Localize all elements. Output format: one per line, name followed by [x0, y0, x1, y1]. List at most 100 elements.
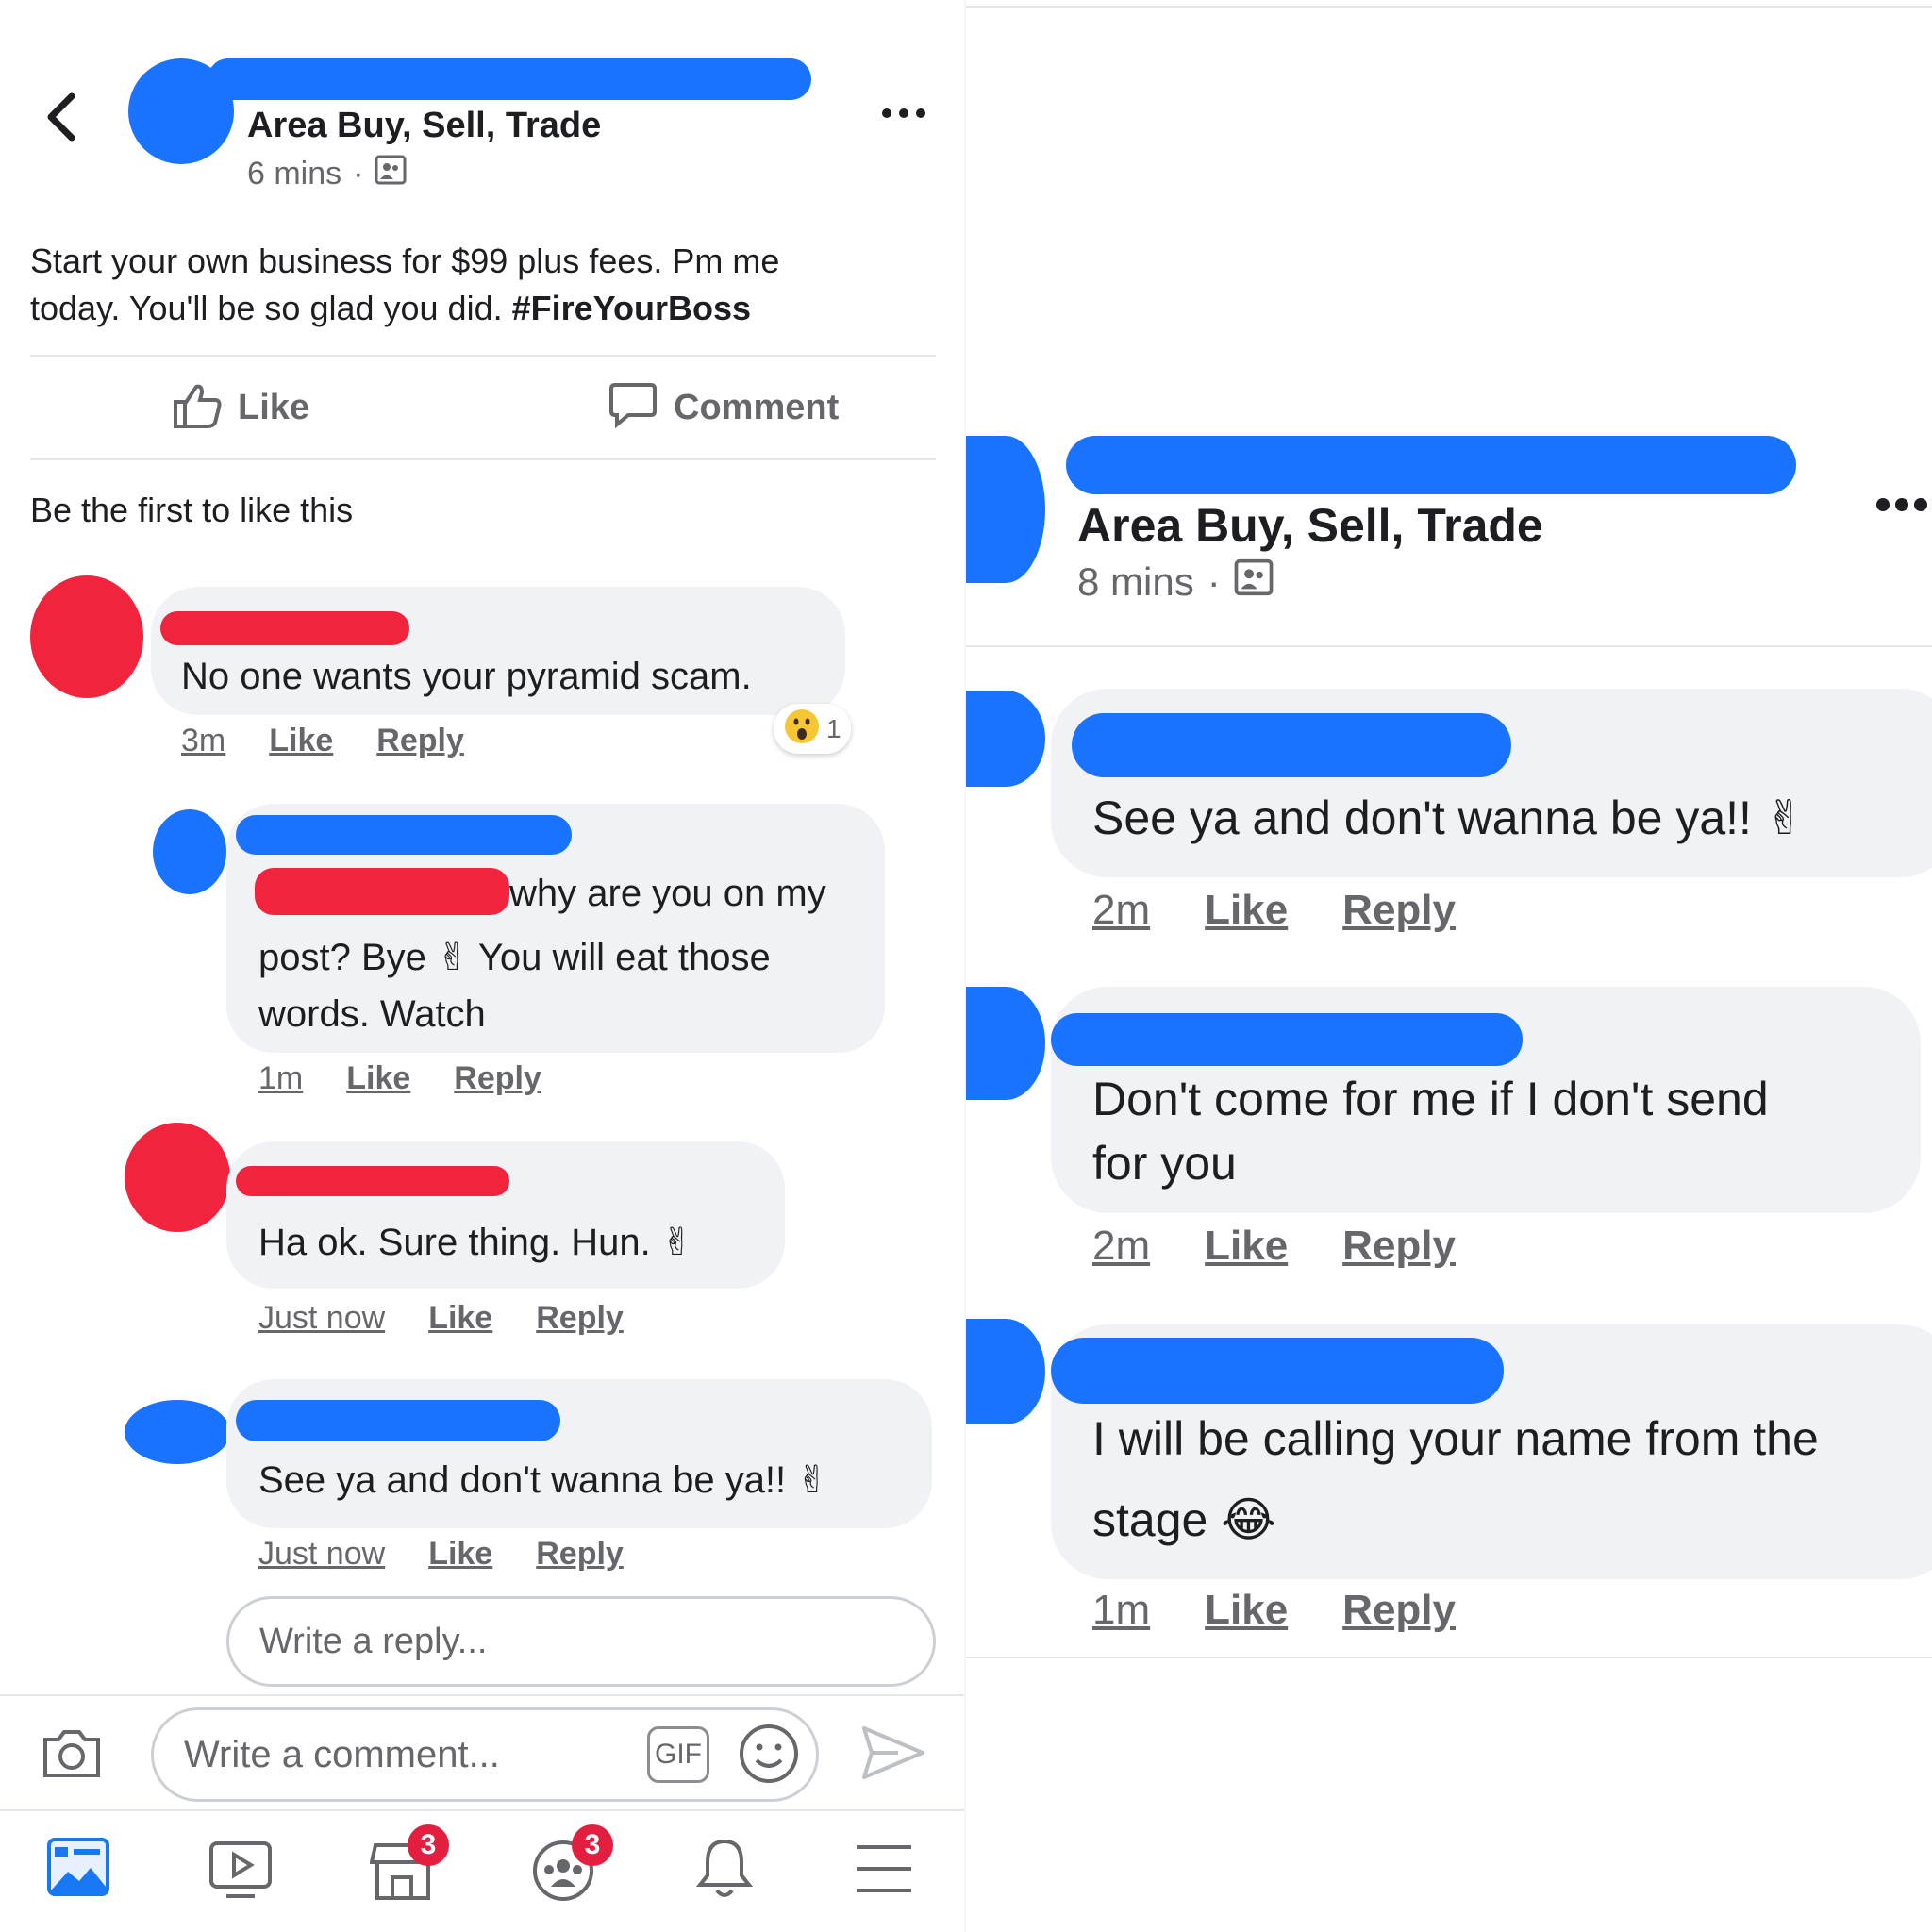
reply-like-button[interactable]: Like: [428, 1536, 492, 1573]
reaction-count: 1: [826, 713, 841, 743]
more-options-icon[interactable]: [881, 106, 926, 125]
author-name-redaction: [208, 58, 811, 100]
commenter-avatar-redacted[interactable]: [966, 987, 1045, 1100]
reply-time[interactable]: Just now: [258, 1300, 385, 1337]
reaction-summary[interactable]: 1: [774, 704, 851, 754]
camera-icon[interactable]: [40, 1726, 104, 1786]
comment-bubble-icon: [608, 381, 658, 435]
comment-reply-button[interactable]: Reply: [1342, 887, 1456, 934]
commenter-name-redaction: [160, 611, 409, 645]
comment-reply-button[interactable]: Reply: [1342, 1223, 1456, 1270]
comment-text: No one wants your pyramid scam.: [181, 656, 752, 697]
post-hashtag[interactable]: #FireYourBoss: [512, 289, 751, 327]
post-body: Start your own business for $99 plus fee…: [30, 238, 936, 332]
comment-time[interactable]: 2m: [1092, 887, 1150, 934]
reply-actions: 1m Like Reply: [258, 1060, 541, 1097]
divider: [0, 1809, 966, 1811]
news-feed-tab-icon[interactable]: [47, 1838, 109, 1901]
like-label: Like: [238, 388, 310, 427]
group-name[interactable]: Area Buy, Sell, Trade: [1077, 498, 1543, 553]
commenter-avatar-redacted[interactable]: [966, 1319, 1045, 1424]
replier-avatar-redacted[interactable]: [153, 809, 226, 894]
comment-text-line1: Don't come for me if I don't send: [1092, 1073, 1769, 1125]
groups-badge: 3: [572, 1824, 613, 1866]
divider: [966, 645, 1932, 647]
replier-avatar-redacted[interactable]: [125, 1400, 230, 1464]
reply-actions: Just now Like Reply: [258, 1536, 624, 1573]
comment-text-line1: I will be calling your name from the: [1092, 1412, 1819, 1465]
reply-input[interactable]: Write a reply...: [226, 1596, 936, 1687]
comment-time[interactable]: 3m: [181, 723, 225, 759]
replier-name-redaction: [236, 815, 572, 855]
comment-reply-button[interactable]: Reply: [1342, 1587, 1456, 1634]
commenter-avatar-redacted[interactable]: [30, 575, 143, 698]
post-time: 6 mins: [247, 156, 342, 192]
comment-input-placeholder: Write a comment...: [184, 1733, 500, 1775]
comment-text-line2: for you: [1092, 1137, 1237, 1190]
comment-input[interactable]: Write a comment...: [151, 1707, 819, 1802]
panel-separator: [964, 0, 966, 1932]
comment-like-button[interactable]: Like: [1205, 887, 1288, 934]
reply-like-button[interactable]: Like: [346, 1060, 410, 1097]
comment-text-line2: stage 😂: [1092, 1493, 1276, 1546]
reply-like-button[interactable]: Like: [428, 1300, 492, 1337]
post-time: 8 mins: [1077, 559, 1194, 604]
commenter-avatar-redacted[interactable]: [125, 1123, 230, 1232]
post-meta: 8 mins ·: [1077, 558, 1274, 606]
comment-like-button[interactable]: Like: [1205, 1223, 1288, 1270]
commenter-avatar-redacted[interactable]: [966, 691, 1045, 787]
comment-text: See ya and don't wanna be ya!! ✌: [1092, 791, 1805, 844]
replier-name-redaction: [236, 1400, 560, 1441]
post-meta: 6 mins ·: [247, 155, 407, 193]
reply-text-line3: words. Watch: [258, 993, 486, 1035]
comment-reply-button[interactable]: Reply: [376, 723, 464, 759]
divider: [30, 355, 936, 357]
author-name-redaction: [1066, 436, 1796, 494]
commenter-name-redaction: [1051, 1338, 1504, 1404]
top-divider: [966, 6, 1932, 8]
right-screenshot-panel: Area Buy, Sell, Trade 8 mins · See ya an…: [966, 0, 1932, 1932]
more-options-icon[interactable]: [1875, 496, 1928, 518]
back-chevron-icon[interactable]: [42, 91, 79, 148]
reply-time[interactable]: 1m: [258, 1060, 303, 1097]
divider: [0, 1694, 966, 1696]
comment-like-button[interactable]: Like: [1205, 1587, 1288, 1634]
left-screenshot-panel: Area Buy, Sell, Trade 6 mins · Start you…: [0, 0, 966, 1932]
comment-action-button[interactable]: Comment: [608, 381, 839, 435]
reply-actions: Just now Like Reply: [258, 1300, 624, 1337]
comment-time[interactable]: 1m: [1092, 1587, 1150, 1634]
wow-reaction-icon: [783, 708, 821, 750]
divider: [966, 1657, 1932, 1658]
reply-text: Ha ok. Sure thing. Hun. ✌: [258, 1222, 693, 1263]
comment-actions: 1m Like Reply: [1092, 1587, 1456, 1634]
menu-hamburger-icon[interactable]: [855, 1843, 913, 1899]
group-name[interactable]: Area Buy, Sell, Trade: [247, 106, 601, 146]
commenter-name-redaction: [1051, 1013, 1523, 1066]
comment-label: Comment: [674, 388, 840, 427]
reply-reply-button[interactable]: Reply: [454, 1060, 541, 1097]
reply-time[interactable]: Just now: [258, 1536, 385, 1573]
marketplace-badge: 3: [408, 1824, 449, 1866]
gif-button[interactable]: GIF: [647, 1726, 709, 1783]
comment-actions: 3m Like Reply: [181, 723, 464, 759]
watch-tab-icon[interactable]: [208, 1840, 274, 1907]
like-summary: Be the first to like this: [30, 491, 354, 529]
like-thumb-icon: [172, 381, 223, 435]
notifications-bell-icon[interactable]: [694, 1836, 755, 1905]
group-avatar-redacted[interactable]: [966, 436, 1045, 583]
reply-text-line1: why are you on my: [509, 873, 826, 914]
commenter-name-redaction: [1072, 713, 1511, 777]
comment-actions: 2m Like Reply: [1092, 1223, 1456, 1270]
mention-redaction: [255, 868, 509, 915]
divider: [30, 458, 936, 460]
comment-time[interactable]: 2m: [1092, 1223, 1150, 1270]
like-action-button[interactable]: Like: [172, 381, 309, 435]
comment-like-button[interactable]: Like: [269, 723, 333, 759]
reply-reply-button[interactable]: Reply: [536, 1536, 624, 1573]
send-icon[interactable]: [860, 1723, 926, 1788]
emoji-icon[interactable]: [738, 1723, 800, 1790]
reply-input-placeholder: Write a reply...: [259, 1621, 488, 1661]
reply-reply-button[interactable]: Reply: [536, 1300, 624, 1337]
comment-actions: 2m Like Reply: [1092, 887, 1456, 934]
group-privacy-icon: [1234, 558, 1274, 606]
